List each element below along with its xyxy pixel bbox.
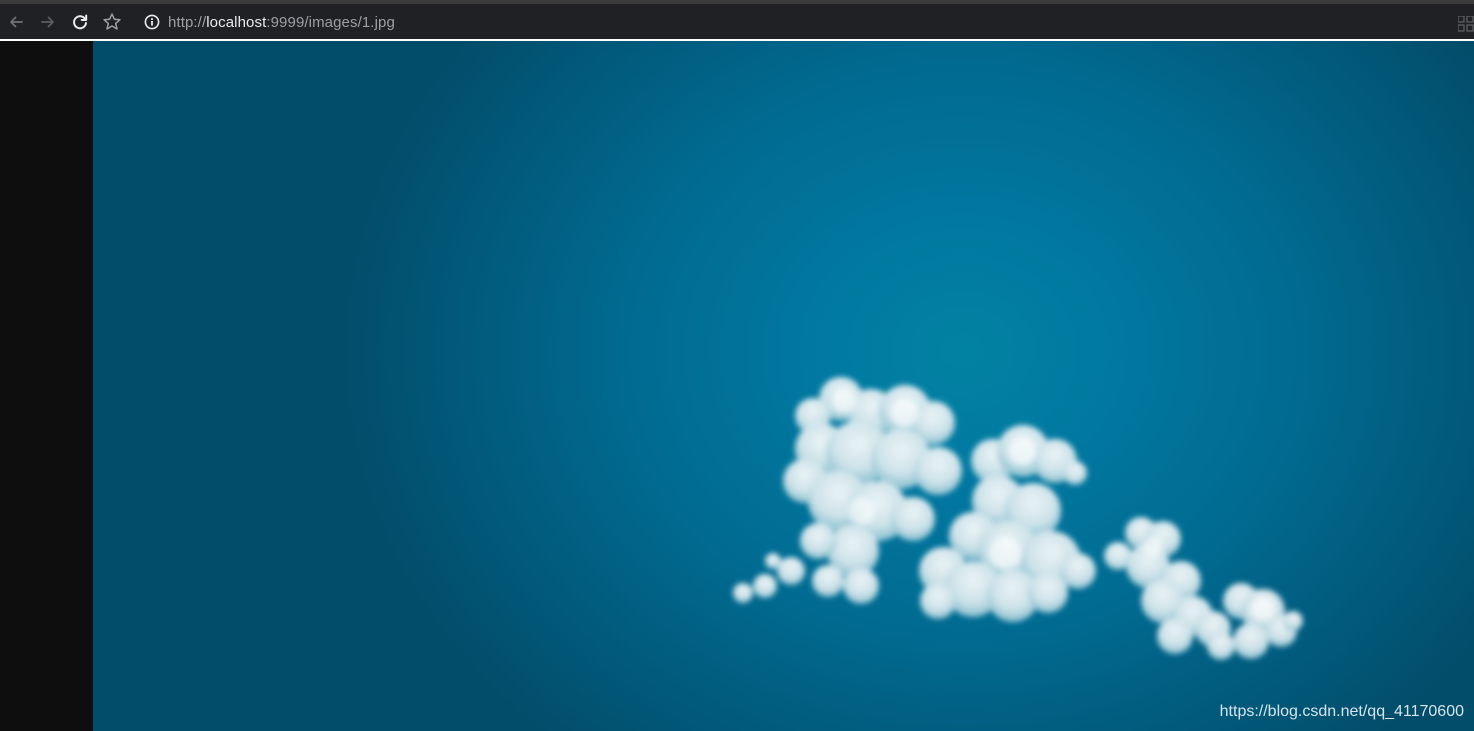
url-host: localhost [206,13,267,31]
watermark-text: https://blog.csdn.net/qq_41170600 [1219,703,1464,720]
url-scheme: http:// [168,13,207,31]
clouds-illustration [733,377,1303,660]
forward-button[interactable] [36,10,60,34]
reload-button[interactable] [68,10,92,34]
browser-window: http://localhost:9999/images/1.jpg https… [0,0,1474,731]
arrow-right-icon [41,16,54,28]
page-content: https://blog.csdn.net/qq_41170600 [0,41,1474,731]
reload-icon [73,14,88,30]
displayed-image: https://blog.csdn.net/qq_41170600 [93,41,1474,731]
info-icon[interactable] [144,14,160,30]
star-icon [103,13,121,30]
browser-toolbar: http://localhost:9999/images/1.jpg [0,0,1474,40]
bookmark-star-button[interactable] [100,10,124,34]
url-path: :9999/images/1.jpg [266,13,395,31]
arrow-left-icon [10,16,23,28]
url-text: http://localhost:9999/images/1.jpg [168,14,395,31]
address-bar[interactable]: http://localhost:9999/images/1.jpg [134,8,1444,36]
back-button[interactable] [4,10,28,34]
apps-grid-icon[interactable] [1458,16,1474,32]
